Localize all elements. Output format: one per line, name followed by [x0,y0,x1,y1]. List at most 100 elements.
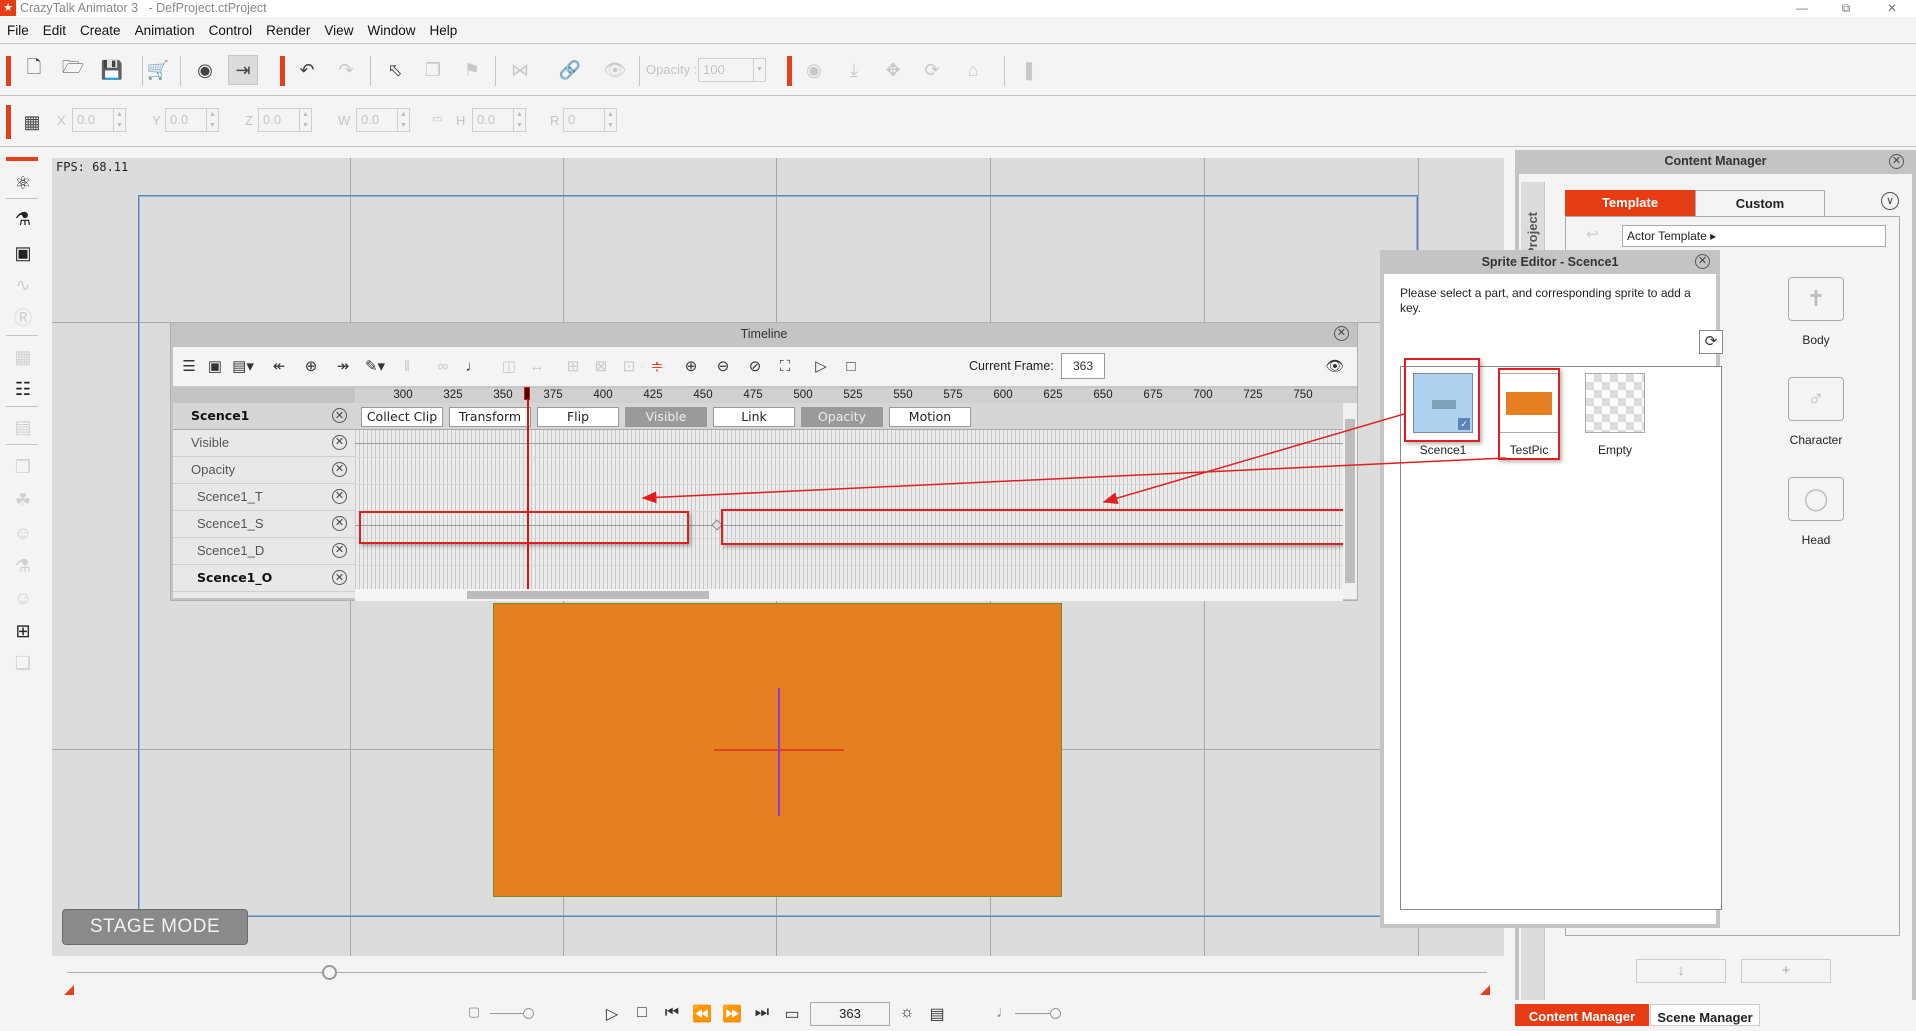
subtitle-slider-knob[interactable] [523,1008,534,1019]
menu-render[interactable]: Render [259,18,317,38]
pan-down-icon[interactable]: ⤓ [839,55,869,85]
track-row-scence1-s[interactable]: Scence1_S ✕ [173,511,355,538]
play-icon[interactable]: ▷ [809,355,833,379]
tab-transform[interactable]: Transform [449,407,531,427]
add-button[interactable]: + [1741,959,1831,983]
range-start-marker[interactable] [64,985,74,995]
break-clip-icon[interactable]: ⊡ [617,355,641,379]
tab-custom[interactable]: Custom [1695,190,1825,216]
new-file-icon[interactable]: 🗋 [19,55,49,85]
next-frame-icon[interactable]: ⏩ [720,1004,744,1024]
folder-head[interactable]: ◯ Head [1771,477,1861,547]
camera-icon[interactable]: ◉ [799,55,829,85]
tab-opacity[interactable]: Opacity [801,407,883,427]
tab-link[interactable]: Link [713,407,795,427]
folder-character[interactable]: ♂ Character [1771,377,1861,447]
paint-bucket-icon[interactable]: ⚑ [457,55,487,85]
y-field[interactable]: 0.0 ▲ ▼ [165,108,219,132]
preview-icon[interactable]: ◉ [190,55,220,85]
audio-wave-icon[interactable]: ∿ [8,270,38,300]
grid-select-icon[interactable]: ⊞ [8,616,38,646]
timeline-ruler[interactable]: 300 325 350 375 400 425 450 475 500 525 550 575 600 6… [355,388,1357,403]
menu-file[interactable]: File [0,18,36,38]
settings-icon[interactable]: ☼ [895,1004,919,1022]
flip-icon[interactable]: ⋈ [505,55,535,85]
tab-flip[interactable]: Flip [537,407,619,427]
menu-view[interactable]: View [317,18,360,38]
spinner-arrows[interactable]: ▲ ▼ [397,109,409,131]
curve-icon[interactable]: ≑ [645,355,669,379]
rotate-icon[interactable]: ⟳ [917,55,947,85]
stop-icon[interactable]: □ [839,355,863,379]
playhead-handle[interactable] [524,387,530,400]
folder-body[interactable]: ✝ Body [1771,277,1861,347]
move-right-icon[interactable]: ↠ [331,355,355,379]
scroll-thumb[interactable] [467,591,709,599]
edit-key-icon[interactable]: ✎▾ [363,355,387,379]
last-frame-icon[interactable]: ⏭ [750,1004,774,1022]
sprite-editor-close-icon[interactable]: ✕ [1695,254,1710,269]
tab-template[interactable]: Template [1565,190,1695,216]
scrub-handle[interactable] [322,965,337,980]
timeline-close-icon[interactable]: ✕ [1334,326,1349,341]
home-icon[interactable]: ⌂ [958,55,988,85]
timeline-horizontal-scrollbar[interactable] [355,589,1343,601]
current-frame-input[interactable]: 363 [1061,353,1105,379]
volume-slider-track[interactable] [1015,1013,1055,1014]
remove-track-icon[interactable]: ✕ [332,435,347,450]
stage-object[interactable] [493,603,1062,897]
merge-icon[interactable]: ◫ [497,355,521,379]
r-field[interactable]: 0 ▲ ▼ [563,108,617,132]
tab-scene-manager[interactable]: Scene Manager [1650,1004,1760,1026]
face-motion-icon[interactable]: ☺ [8,583,38,613]
tab-visible[interactable]: Visible [625,407,707,427]
save-icon[interactable]: 💾 [97,55,127,85]
restore-button[interactable]: ⧉ [1826,0,1866,17]
add-clip-icon[interactable]: ⊞ [561,355,585,379]
x-field[interactable]: 0.0 ▲ ▼ [72,108,126,132]
menu-create[interactable]: Create [73,18,128,38]
track-row-scence1-o[interactable]: Scence1_O ✕ [173,565,355,592]
track-row-scence1-d[interactable]: Scence1_D ✕ [173,538,355,565]
h-field[interactable]: 0.0 ▲ ▼ [472,108,526,132]
image-sequence-icon[interactable]: ▣ [8,238,38,268]
layer-toggle-icon[interactable]: ▤▾ [231,355,255,379]
remove-track-icon[interactable]: ✕ [332,543,347,558]
remove-track-icon[interactable]: ✕ [332,408,347,423]
sprite-item-empty[interactable]: Empty [1585,373,1645,457]
loop-icon[interactable]: ∞ [431,355,455,379]
insert-key-icon[interactable]: ⊕ [299,355,323,379]
stop-icon[interactable]: □ [630,1004,654,1022]
move-icon[interactable]: ✥ [878,55,908,85]
tab-motion[interactable]: Motion [889,407,971,427]
spinner-arrows[interactable]: ▲ ▼ [299,109,311,131]
layer-icon[interactable]: ❏ [8,648,38,678]
zoom-out-icon[interactable]: ⊖ [711,355,735,379]
cart-icon[interactable]: 🛒 [143,55,173,85]
spinner-arrows[interactable]: ▲ ▼ [604,109,616,131]
fit-view-icon[interactable]: ⛶ [773,355,797,379]
spinner-arrows[interactable]: ▲ ▼ [113,109,125,131]
actor-settings-icon[interactable]: ⚛ [8,168,38,198]
volume-slider-knob[interactable] [1050,1008,1061,1019]
scroll-thumb[interactable] [1345,419,1355,583]
range-end-marker[interactable] [1480,985,1490,995]
menu-control[interactable]: Control [202,18,260,38]
w-field[interactable]: 0.0 ▲ ▼ [356,108,410,132]
stretch-icon[interactable]: ↔ [525,355,549,379]
link-icon[interactable]: 🔗 [555,55,585,85]
undo-icon[interactable]: ↶ [292,55,322,85]
frame-input[interactable]: 363 [810,1002,890,1026]
sprite-editor-icon[interactable]: ☷ [8,374,38,404]
split-icon[interactable]: ‖ [395,355,419,379]
track-row-scence1[interactable]: Scence1 ✕ [173,403,355,430]
panel-toggle-icon[interactable]: ▤ [925,1004,949,1024]
open-folder-icon[interactable]: 🗁 [58,55,88,85]
minimize-button[interactable]: — [1782,0,1822,17]
opacity-dropdown[interactable]: 100 ▼ [698,58,766,82]
chevron-down-icon[interactable]: ∨ [1881,192,1899,210]
remove-track-icon[interactable]: ✕ [332,516,347,531]
remove-track-icon[interactable]: ✕ [332,462,347,477]
play-icon[interactable]: ▷ [600,1004,624,1024]
close-button[interactable]: ✕ [1872,0,1912,17]
